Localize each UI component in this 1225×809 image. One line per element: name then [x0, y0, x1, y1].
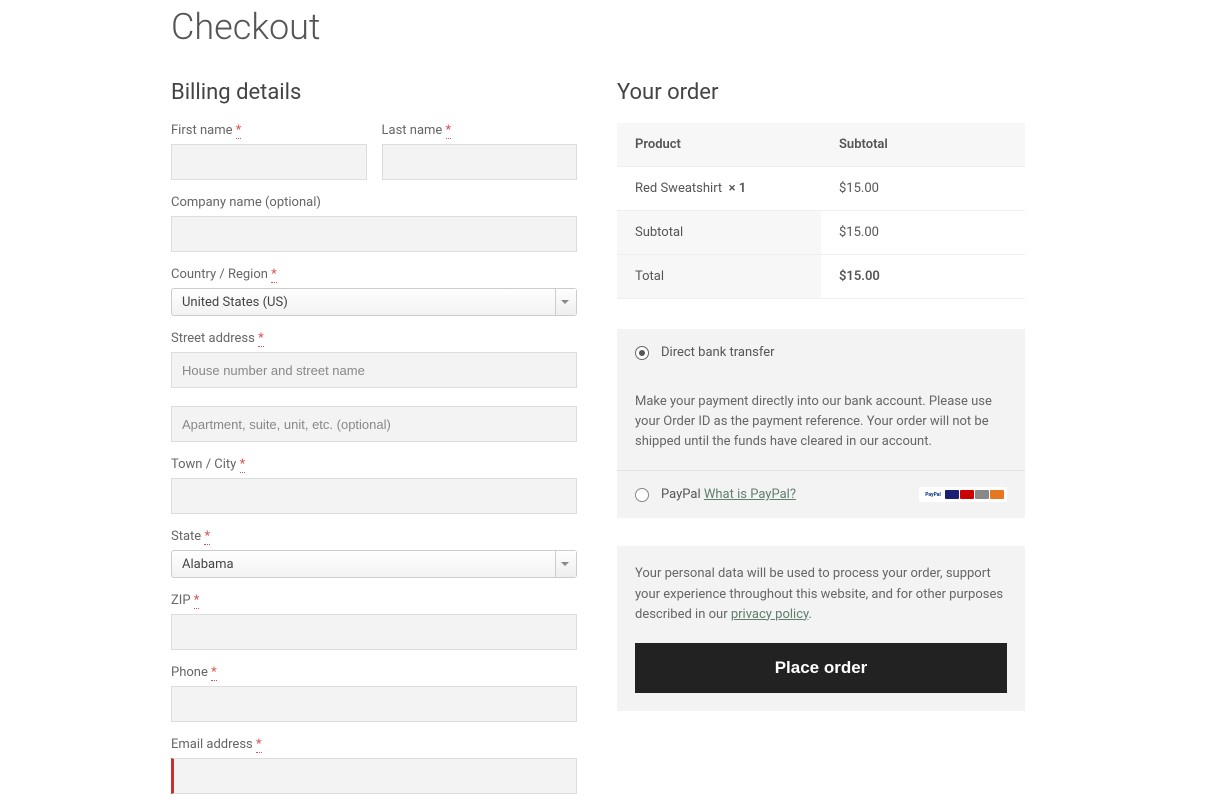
order-section-title: Your order — [617, 80, 1025, 105]
country-value: United States (US) — [182, 295, 288, 310]
billing-section-title: Billing details — [171, 80, 577, 105]
required-mark: * — [194, 593, 200, 609]
what-is-paypal-link[interactable]: What is PayPal? — [704, 487, 796, 502]
payment-bank-label: Direct bank transfer — [661, 345, 775, 360]
state-label: State * — [171, 529, 577, 544]
payment-paypal-label: PayPal — [661, 487, 701, 502]
required-mark: * — [236, 123, 242, 139]
required-mark: * — [204, 529, 210, 545]
paypal-icon: PayPal — [922, 490, 944, 499]
paypal-card-logos: PayPal — [919, 487, 1007, 502]
street1-input[interactable] — [171, 352, 577, 388]
city-input[interactable] — [171, 478, 577, 514]
total-label: Total — [617, 255, 821, 299]
radio-icon — [635, 346, 649, 360]
company-label: Company name (optional) — [171, 195, 577, 210]
privacy-text: Your personal data will be used to proce… — [635, 564, 1007, 624]
street-label: Street address * — [171, 331, 577, 346]
chevron-down-icon — [561, 300, 569, 304]
first-name-label: First name * — [171, 123, 367, 138]
payment-option-bank[interactable]: Direct bank transfer — [617, 329, 1025, 376]
email-input[interactable] — [171, 758, 577, 794]
table-row: Subtotal $15.00 — [617, 211, 1025, 255]
payment-bank-desc: Make your payment directly into our bank… — [617, 376, 1025, 471]
email-label: Email address * — [171, 737, 577, 752]
country-label: Country / Region * — [171, 267, 577, 282]
table-row: Total $15.00 — [617, 255, 1025, 299]
product-header: Product — [617, 123, 821, 167]
phone-input[interactable] — [171, 686, 577, 722]
order-table: Product Subtotal Red Sweatshirt × 1 $15.… — [617, 123, 1025, 299]
item-name: Red Sweatshirt — [635, 181, 722, 196]
zip-input[interactable] — [171, 614, 577, 650]
last-name-input[interactable] — [382, 144, 578, 180]
mastercard-icon — [960, 490, 974, 499]
payment-option-paypal[interactable]: PayPal What is PayPal? PayPal — [617, 471, 1025, 518]
page-title: Checkout — [171, 6, 1054, 48]
last-name-label: Last name * — [382, 123, 578, 138]
discover-icon — [990, 490, 1004, 499]
subtotal-value: $15.00 — [821, 211, 1025, 255]
street2-input[interactable] — [171, 406, 577, 442]
phone-label: Phone * — [171, 665, 577, 680]
required-mark: * — [211, 665, 217, 681]
item-price: $15.00 — [821, 167, 1025, 211]
amex-icon — [975, 490, 989, 499]
zip-label: ZIP * — [171, 593, 577, 608]
table-row: Red Sweatshirt × 1 $15.00 — [617, 167, 1025, 211]
required-mark: * — [446, 123, 452, 139]
first-name-input[interactable] — [171, 144, 367, 180]
state-select[interactable]: Alabama — [171, 550, 577, 578]
required-mark: * — [258, 331, 264, 347]
chevron-down-icon — [561, 562, 569, 566]
privacy-policy-link[interactable]: privacy policy — [731, 607, 809, 622]
subtotal-label: Subtotal — [617, 211, 821, 255]
item-qty: × 1 — [729, 181, 747, 196]
required-mark: * — [240, 457, 246, 473]
required-mark: * — [256, 737, 262, 753]
subtotal-header: Subtotal — [821, 123, 1025, 167]
state-value: Alabama — [182, 557, 234, 572]
radio-icon — [635, 488, 649, 502]
country-select[interactable]: United States (US) — [171, 288, 577, 316]
place-order-button[interactable]: Place order — [635, 643, 1007, 693]
company-input[interactable] — [171, 216, 577, 252]
city-label: Town / City * — [171, 457, 577, 472]
visa-icon — [945, 490, 959, 499]
required-mark: * — [271, 267, 277, 283]
total-value: $15.00 — [821, 255, 1025, 299]
